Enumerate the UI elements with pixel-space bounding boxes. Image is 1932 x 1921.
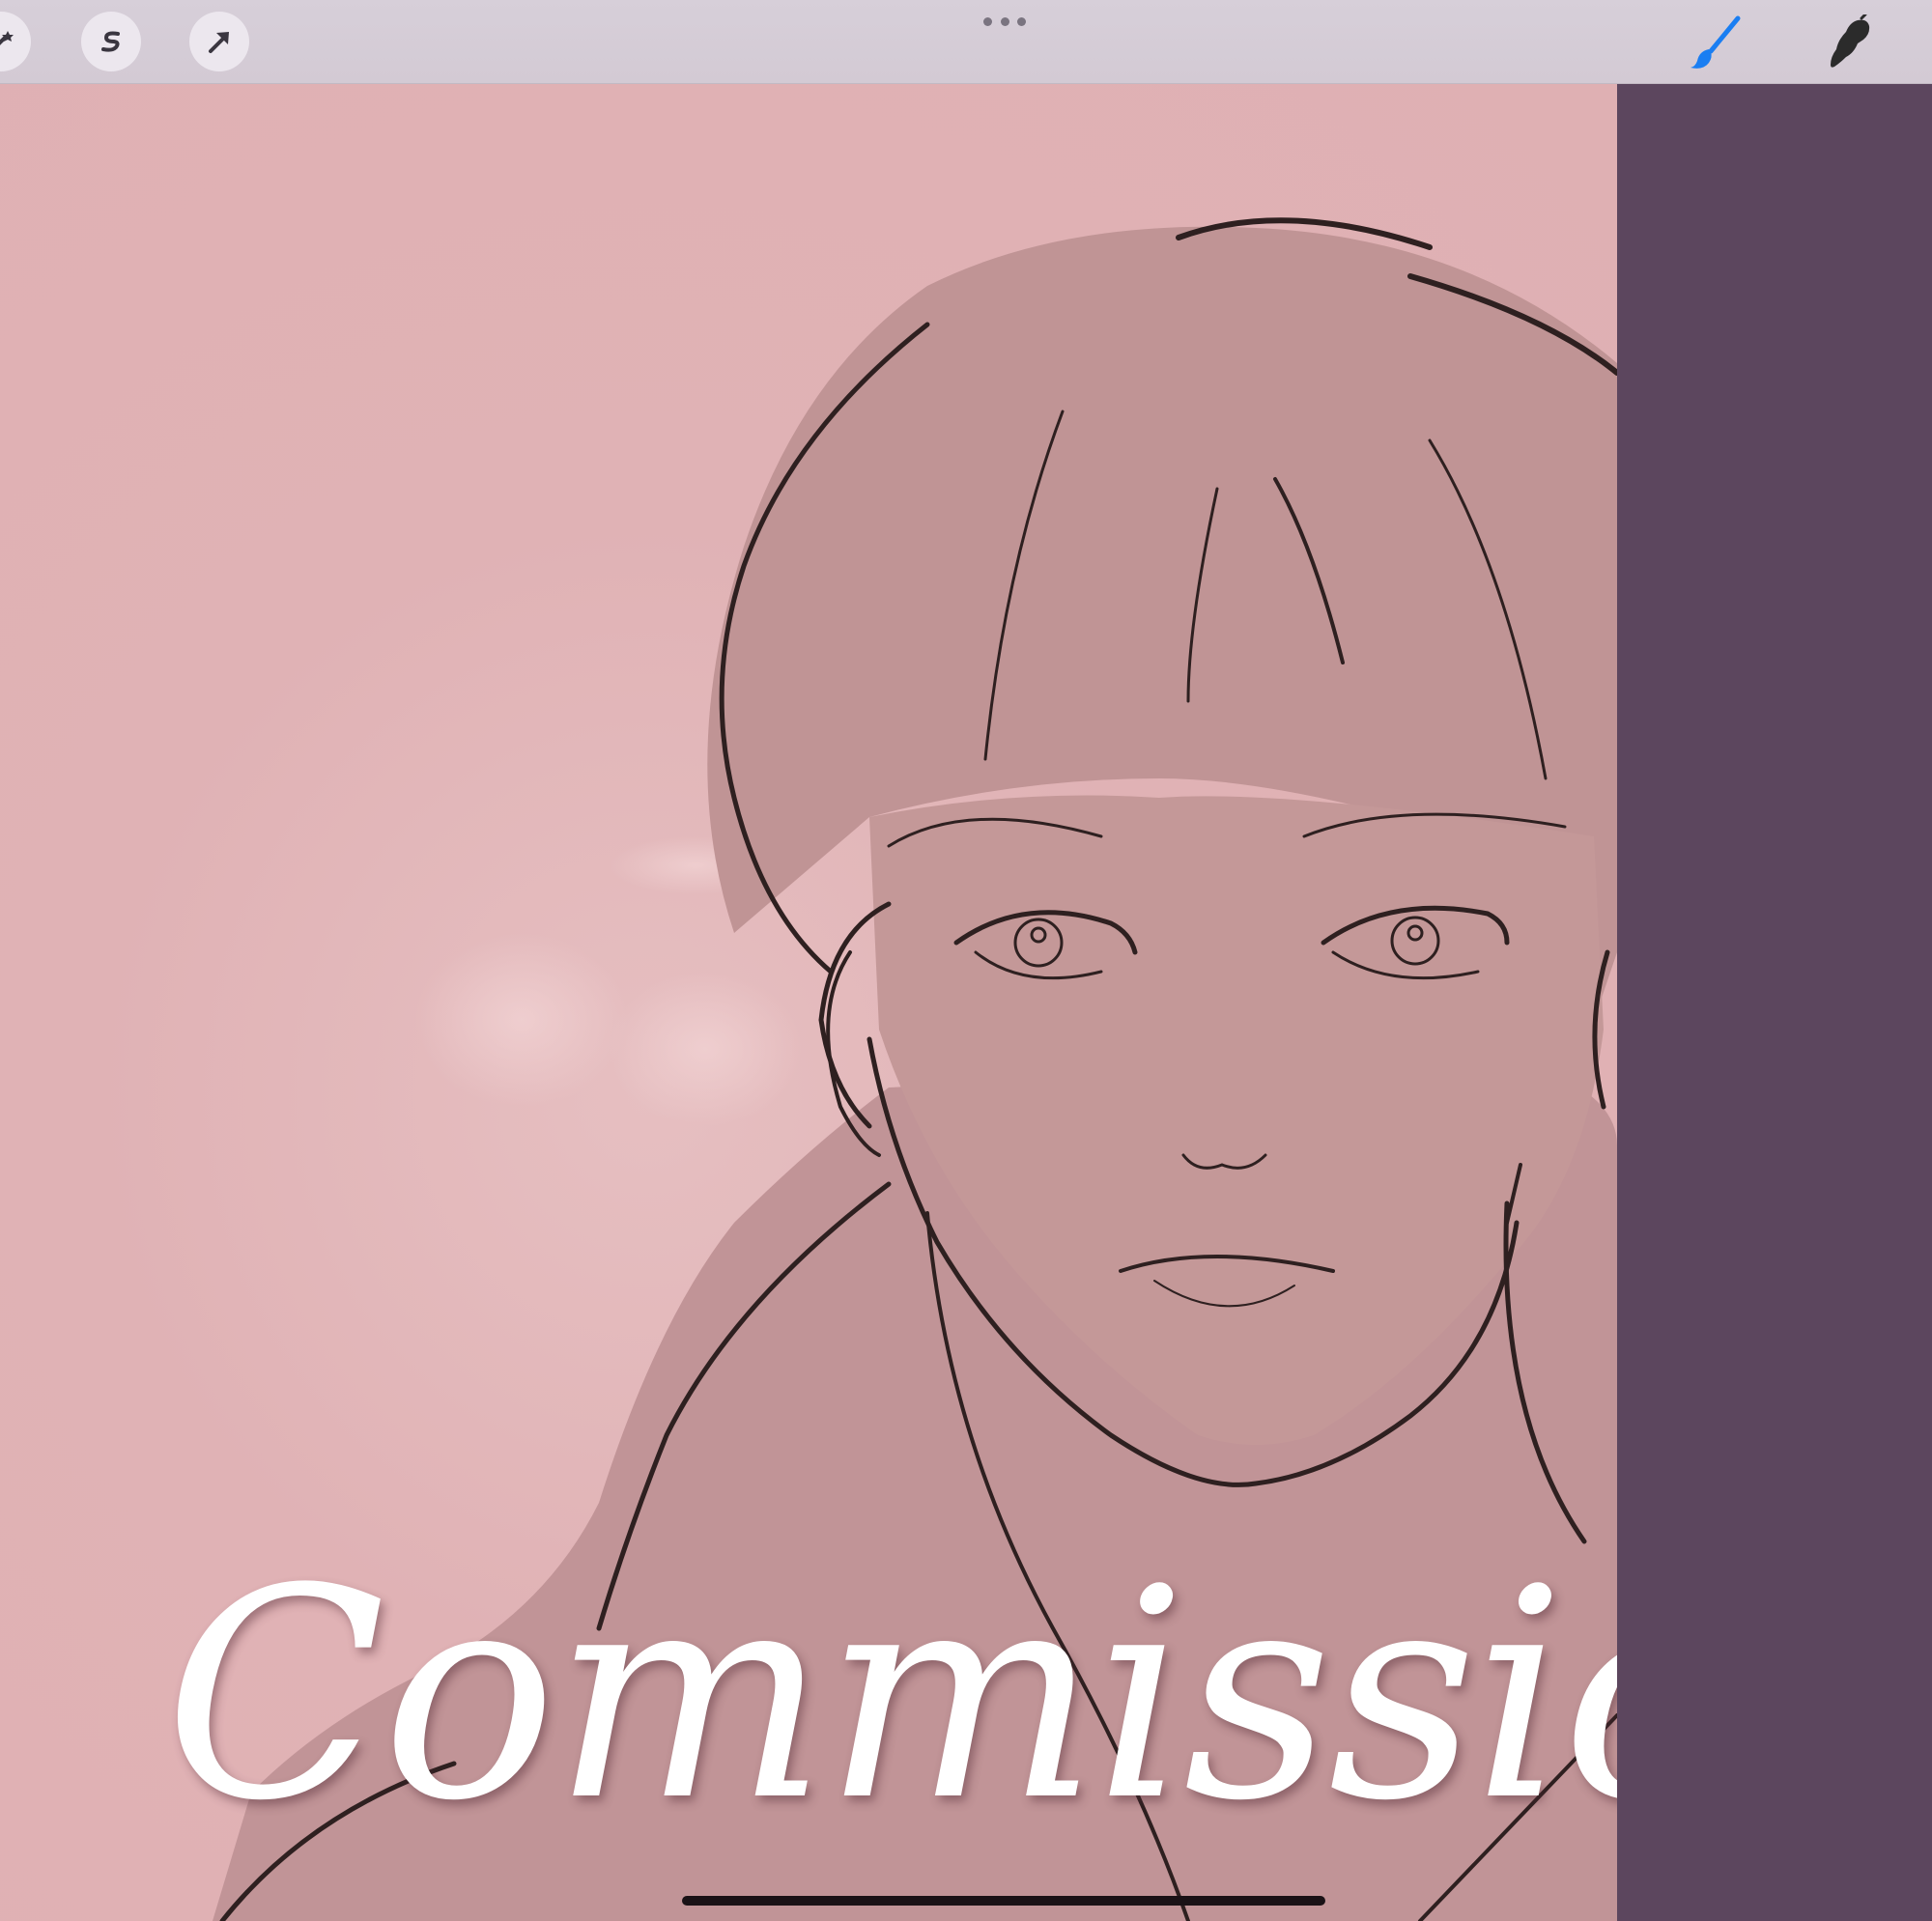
transform-button[interactable]	[189, 12, 249, 71]
brush-button[interactable]	[1685, 12, 1747, 73]
home-indicator[interactable]	[682, 1896, 1325, 1906]
selection-button[interactable]	[81, 12, 141, 71]
toolbar-grabber[interactable]	[983, 15, 1026, 27]
grabber-dot	[1017, 16, 1026, 26]
transform-icon	[209, 32, 229, 53]
top-toolbar	[0, 0, 1932, 84]
smudge-button[interactable]	[1816, 12, 1878, 73]
drawing-canvas[interactable]: Commission	[0, 83, 1617, 1921]
commission-caption: Commission	[164, 1527, 1617, 1864]
bokeh-light	[609, 972, 802, 1126]
adjustments-button[interactable]	[0, 12, 31, 71]
adjustments-icon	[0, 31, 14, 45]
selection-icon	[101, 31, 120, 52]
smudge-icon	[1831, 14, 1870, 68]
grabber-dot	[1000, 16, 1009, 26]
bokeh-light	[415, 933, 628, 1107]
brush-icon	[1690, 15, 1741, 69]
grabber-dot	[983, 16, 992, 26]
side-panel	[1617, 83, 1932, 1921]
